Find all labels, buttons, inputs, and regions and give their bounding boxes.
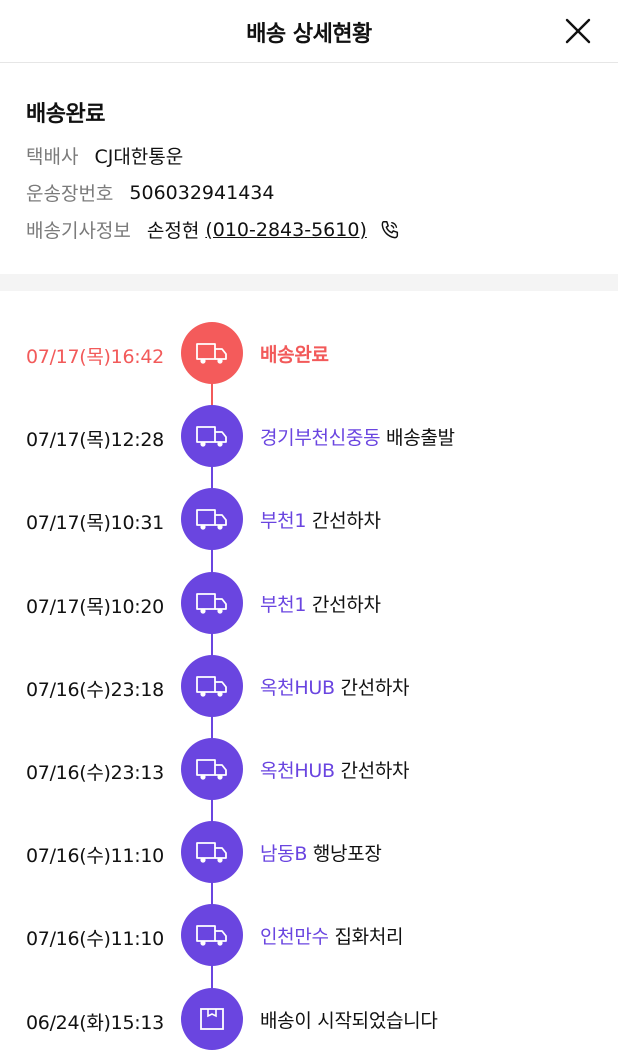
timeline-event: 남동B 행낭포장 [260, 839, 382, 866]
courier-value: CJ대한통운 [94, 146, 184, 168]
driver-phone-link[interactable]: (010-2843-5610) [205, 219, 367, 241]
timeline-location: 경기부천신중동 [260, 427, 381, 450]
delivery-status-title: 배송완료 [26, 102, 105, 127]
timeline-time: 07/17(목)16:42 [26, 346, 164, 368]
close-icon[interactable] [564, 17, 592, 45]
tracking-row: 운송장번호 506032941434 [26, 179, 274, 206]
timeline-time: 07/16(수)11:10 [26, 928, 164, 951]
timeline-status-circle [181, 654, 243, 717]
timeline-location: 남동B [260, 843, 308, 866]
timeline-entry: 07/17(목)16:42 배송완료 [0, 322, 618, 386]
timeline-status-circle [181, 821, 243, 884]
timeline-description: 배송완료 [260, 344, 329, 366]
timeline-entry: 07/16(수)23:13 옥천HUB 간선하차 [0, 738, 618, 802]
timeline-entry: 07/16(수)23:18 옥천HUB 간선하차 [0, 654, 618, 719]
truck-icon [196, 842, 227, 863]
timeline-event: 배송이 시작되었습니다 [260, 1006, 438, 1033]
timeline-description: 집화처리 [334, 926, 404, 949]
timeline-location: 부천1 [260, 593, 307, 616]
driver-name: 손정현 [146, 220, 200, 242]
timeline-time: 07/16(수)11:10 [26, 845, 164, 868]
timeline-description: 간선하차 [340, 676, 410, 699]
driver-row: 배송기사정보 손정현 (010-2843-5610) [26, 216, 401, 243]
truck-icon [196, 675, 227, 697]
timeline-status-circle [181, 322, 243, 384]
courier-label: 택배사 [26, 146, 79, 168]
timeline-status-circle [181, 571, 243, 634]
timeline-event: 인천만수 집화처리 [260, 922, 404, 949]
timeline-time: 07/16(수)23:18 [26, 678, 164, 701]
timeline-event: 부천1 간선하차 [260, 506, 381, 533]
timeline-entry: 06/24(화)15:13 배송이 시작되었습니다 [0, 987, 618, 1052]
truck-icon [196, 509, 227, 530]
truck-icon [196, 925, 227, 946]
timeline-event: 부천1 간선하차 [260, 590, 381, 617]
timeline-description: 간선하차 [340, 760, 410, 782]
timeline-status-circle [181, 904, 243, 967]
timeline-time: 07/17(목)10:31 [26, 512, 164, 535]
timeline-status-circle [181, 488, 243, 551]
timeline-location: 옥천HUB [260, 676, 335, 699]
timeline-time: 06/24(화)15:13 [26, 1011, 164, 1034]
timeline-description: 간선하차 [311, 510, 381, 533]
tracking-label: 운송장번호 [26, 183, 114, 205]
timeline-entry: 07/17(목)10:31 부천1 간선하차 [0, 488, 618, 552]
page-title: 배송 상세현황 [246, 22, 372, 47]
timeline-entry: 07/17(목)12:28 경기부천신중동 배송출발 [0, 405, 618, 469]
timeline-location: 인천만수 [260, 926, 329, 949]
delivery-summary: 배송완료 택배사 CJ대한통운 운송장번호 506032941434 배송기사정… [0, 64, 618, 274]
timeline-time: 07/16(수)23:13 [26, 762, 164, 784]
courier-row: 택배사 CJ대한통운 [26, 142, 183, 169]
timeline-entry: 07/16(수)11:10 인천만수 집화처리 [0, 904, 618, 968]
timeline-status-circle [181, 405, 243, 468]
timeline-event: 배송완료 [260, 340, 329, 367]
timeline-entry: 07/16(수)11:10 남동B 행낭포장 [0, 821, 618, 885]
timeline-entry: 07/17(목)10:20 부천1 간선하차 [0, 571, 618, 636]
timeline-time: 07/17(목)12:28 [26, 429, 164, 452]
truck-icon [196, 426, 227, 447]
timeline-status-circle [181, 987, 243, 1050]
timeline-location: 부천1 [260, 510, 307, 533]
timeline-description: 배송이 시작되었습니다 [260, 1009, 438, 1032]
truck-icon [196, 759, 227, 780]
truck-icon [196, 592, 227, 614]
section-divider [0, 274, 618, 291]
timeline-status-circle [181, 738, 243, 800]
tracking-number: 506032941434 [129, 181, 275, 204]
header-bar: 배송 상세현황 [0, 0, 618, 63]
timeline-location: 옥천HUB [260, 760, 335, 782]
tracking-timeline: 07/17(목)16:42 배송완료 07/17(목)12:28 경기부천신중동 … [0, 291, 618, 1050]
timeline-description: 배송출발 [386, 427, 455, 450]
box-icon [200, 1007, 224, 1030]
phone-call-icon[interactable] [379, 219, 401, 241]
timeline-event: 옥천HUB 간선하차 [260, 673, 409, 700]
truck-icon [196, 343, 227, 364]
driver-label: 배송기사정보 [26, 220, 131, 242]
timeline-time: 07/17(목)10:20 [26, 595, 164, 618]
timeline-description: 간선하차 [311, 593, 381, 616]
timeline-event: 옥천HUB 간선하차 [260, 756, 409, 783]
timeline-event: 경기부천신중동 배송출발 [260, 423, 455, 450]
timeline-description: 행낭포장 [312, 843, 382, 866]
